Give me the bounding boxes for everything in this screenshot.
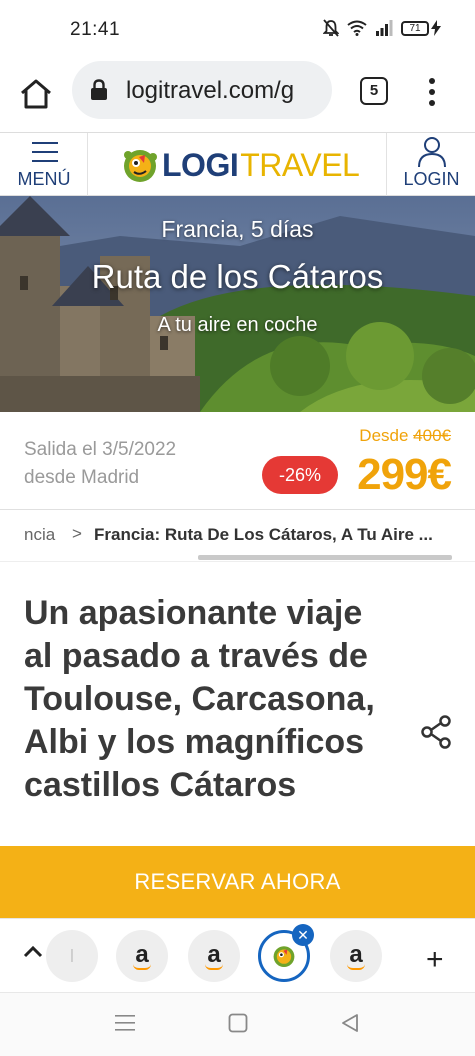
site-header: MENÚ LOGI TRAVEL LOGIN [0,132,475,196]
hero-title: Ruta de los Cátaros [91,258,384,295]
hamburger-icon [32,142,58,162]
amazon-smile [133,964,151,970]
tab-partial[interactable]: | [46,930,98,982]
breadcrumb-separator: > [72,524,82,543]
price-box: Salida el 3/5/2022 desde Madrid Desde 40… [0,412,475,510]
mute-icon [323,19,339,37]
amazon-smile [205,964,223,970]
departure-info: Salida el 3/5/2022 desde Madrid [24,436,176,492]
battery-icon: 71 [401,20,441,36]
status-bar: 21:41 71 [0,0,475,60]
hero-banner: Francia, 5 días Ruta de los Cátaros A tu… [0,196,475,412]
logo-logi-text: LOGI [162,146,239,183]
tab-amazon-1[interactable]: a [116,930,168,982]
chevron-up-icon[interactable] [22,944,44,958]
tab-count-button[interactable]: 5 [360,77,388,105]
lock-icon [91,79,107,100]
logitravel-icon [273,946,295,968]
url-text: logitravel.com/g [126,77,295,104]
share-icon[interactable] [418,714,454,750]
discount-badge: -26% [262,456,338,494]
breadcrumb-scrollbar[interactable] [198,555,452,560]
reserve-now-button[interactable]: RESERVAR AHORA [0,846,475,918]
tab-switcher-bar: | a a a + [0,918,475,992]
page-headline: Un apasionante viaje al pasado a través … [24,594,375,804]
logo-mascot-icon [124,150,157,182]
home-nav-icon[interactable] [228,1013,248,1033]
status-time: 21:41 [70,19,121,40]
tab-amazon-3[interactable]: a [330,930,382,982]
departure-date: Salida el 3/5/2022 [24,439,177,460]
from-price: Desde 400€ [359,426,451,446]
overflow-icon[interactable] [420,74,444,110]
home-icon[interactable] [18,76,54,112]
status-icons: 71 [323,19,441,37]
battery-level: 71 [401,20,429,36]
current-price: 299€ [357,450,452,499]
amazon-smile [347,964,365,970]
close-tab-icon[interactable]: ✕ [292,924,314,946]
signal-icon [376,20,393,36]
hero-tagline: A tu aire en coche [157,314,318,336]
menu-label: MENÚ [17,169,71,189]
logitravel-logo[interactable]: LOGI TRAVEL [120,143,360,187]
logo-travel-text: TRAVEL [240,146,360,183]
user-icon [418,137,446,168]
desde-label: Desde [359,426,409,445]
address-bar[interactable]: logitravel.com/g [72,61,332,119]
login-label: LOGIN [403,169,460,189]
browser-toolbar: logitravel.com/g 5 [0,60,475,132]
breadcrumb: ncia > Francia: Ruta De Los Cátaros, A T… [0,510,475,562]
wifi-icon [347,20,367,36]
back-icon[interactable] [340,1013,360,1033]
login-button[interactable]: LOGIN [386,133,475,196]
breadcrumb-current: Francia: Ruta De Los Cátaros, A Tu Aire … [94,525,433,544]
menu-button[interactable]: MENÚ [0,133,88,196]
hero-subtitle: Francia, 5 días [161,216,314,242]
tab-amazon-2[interactable]: a [188,930,240,982]
breadcrumb-previous[interactable]: ncia [24,525,55,545]
old-price: 400€ [413,426,451,445]
charging-icon [431,20,441,36]
departure-city: desde Madrid [24,467,140,488]
system-navigation-bar [0,992,475,1056]
recents-icon[interactable] [114,1013,136,1033]
new-tab-button[interactable]: + [426,943,444,977]
